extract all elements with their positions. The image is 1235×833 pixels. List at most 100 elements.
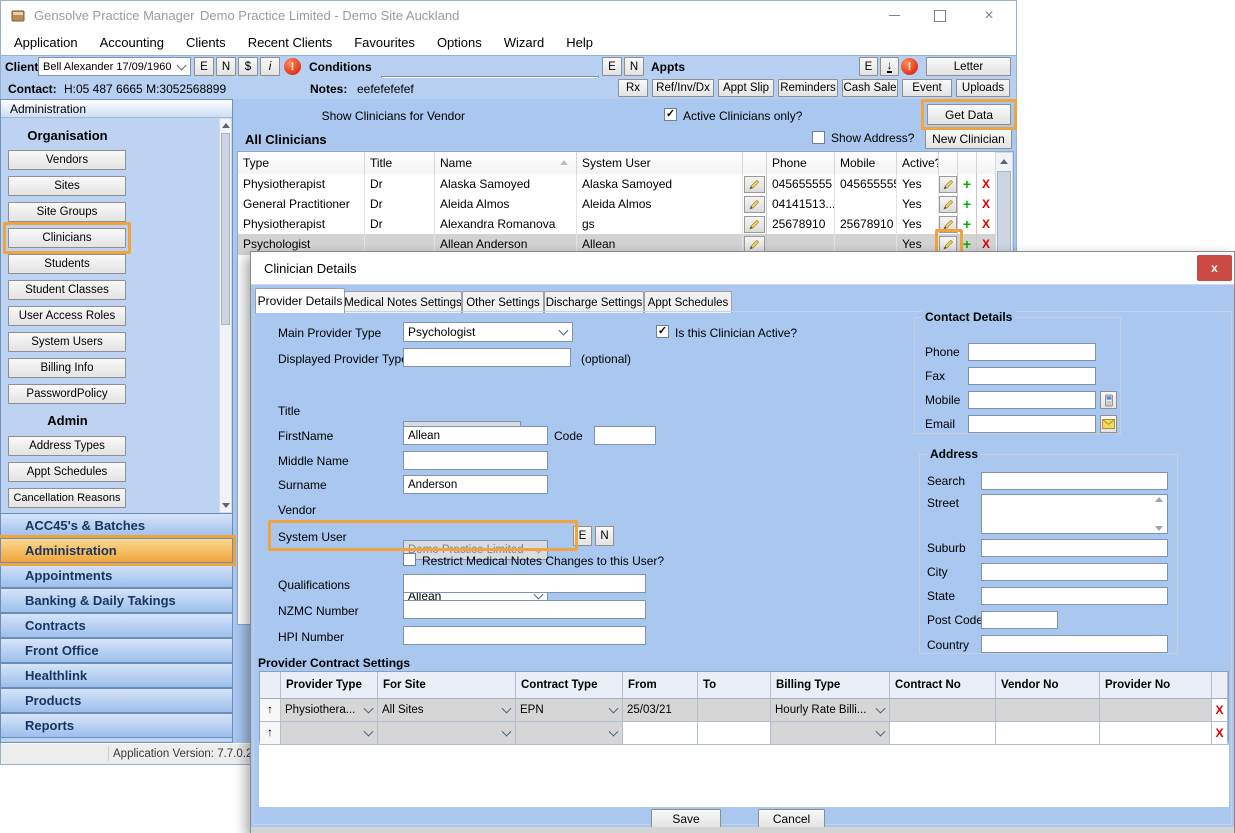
- scroll-up-icon[interactable]: [1000, 159, 1008, 164]
- add-row-button[interactable]: +: [963, 176, 971, 192]
- client-select[interactable]: Bell Alexander 17/09/1960: [38, 57, 191, 76]
- system-user-edit-button[interactable]: E: [573, 526, 592, 546]
- code-input[interactable]: [594, 426, 656, 445]
- delete-row-button[interactable]: X: [982, 177, 990, 191]
- edit-row-button[interactable]: [939, 216, 957, 233]
- ref-inv-dx-button[interactable]: Ref/Inv/Dx: [652, 79, 714, 97]
- contract-type-cell[interactable]: EPN: [516, 699, 623, 722]
- contract-no-cell[interactable]: [890, 722, 996, 745]
- table-row[interactable]: Physiotherapist Dr Alaska Samoyed Alaska…: [238, 174, 996, 195]
- save-button[interactable]: Save: [651, 809, 721, 829]
- clinician-active-checkbox[interactable]: ✓: [656, 325, 669, 338]
- edit-system-user-button[interactable]: [744, 236, 765, 253]
- close-button[interactable]: ×: [964, 1, 1014, 30]
- table-row[interactable]: General Practitioner Dr Aleida Almos Ale…: [238, 194, 996, 215]
- tab-medical-notes-settings[interactable]: Medical Notes Settings: [344, 291, 462, 313]
- col-header-type[interactable]: Type: [238, 152, 365, 175]
- event-button[interactable]: Event: [902, 79, 952, 97]
- system-user-new-button[interactable]: N: [595, 526, 614, 546]
- menu-favourites[interactable]: Favourites: [343, 35, 426, 50]
- sidebar-item-site-groups[interactable]: Site Groups: [8, 202, 126, 222]
- for-site-cell[interactable]: [378, 722, 516, 745]
- provider-no-cell[interactable]: [1100, 722, 1212, 745]
- sidebar-item-billing-info[interactable]: Billing Info: [8, 358, 126, 378]
- scroll-up-icon[interactable]: [1155, 497, 1163, 502]
- phone-input[interactable]: [968, 343, 1096, 361]
- tab-appt-schedules[interactable]: Appt Schedules: [644, 291, 732, 313]
- sidebar-item-clinicians[interactable]: Clinicians: [8, 228, 126, 248]
- firstname-input[interactable]: Allean: [403, 426, 548, 445]
- suburb-input[interactable]: [981, 539, 1168, 557]
- to-cell[interactable]: [698, 722, 771, 745]
- main-provider-type-select[interactable]: Psychologist: [403, 322, 573, 342]
- sidebar-item-sites[interactable]: Sites: [8, 176, 126, 196]
- get-data-button[interactable]: Get Data: [927, 104, 1011, 125]
- edit-system-user-button[interactable]: [744, 196, 765, 213]
- vendor-no-cell[interactable]: [996, 722, 1100, 745]
- scrollbar-thumb[interactable]: [221, 133, 230, 325]
- conditions-new-button[interactable]: N: [624, 57, 644, 76]
- nav-appointments[interactable]: Appointments: [0, 563, 233, 588]
- sidebar-item-system-users[interactable]: System Users: [8, 332, 126, 352]
- scroll-down-icon[interactable]: [1155, 526, 1163, 531]
- qualifications-input[interactable]: [403, 574, 646, 593]
- delete-contract-button[interactable]: X: [1212, 699, 1228, 722]
- displayed-provider-type-input[interactable]: [403, 348, 571, 367]
- sidebar-item-password-policy[interactable]: PasswordPolicy: [8, 384, 126, 404]
- nav-acc45s-batches[interactable]: ACC45's & Batches: [0, 513, 233, 538]
- menu-options[interactable]: Options: [426, 35, 493, 50]
- fax-input[interactable]: [968, 367, 1096, 385]
- mobile-input[interactable]: [968, 391, 1096, 409]
- appts-warning-icon[interactable]: !: [901, 58, 918, 75]
- table-row[interactable]: Physiotherapist Dr Alexandra Romanova gs…: [238, 214, 996, 235]
- delete-row-button[interactable]: X: [982, 237, 990, 251]
- client-info-button[interactable]: i: [260, 57, 280, 76]
- dialog-close-button[interactable]: x: [1197, 255, 1232, 281]
- conditions-edit-button[interactable]: E: [602, 57, 622, 76]
- provider-no-cell[interactable]: [1100, 699, 1212, 722]
- provider-type-cell[interactable]: Physiothera...: [281, 699, 378, 722]
- edit-row-button[interactable]: [939, 196, 957, 213]
- menu-help[interactable]: Help: [555, 35, 604, 50]
- nav-healthlink[interactable]: Healthlink: [0, 663, 233, 688]
- sidebar-item-student-classes[interactable]: Student Classes: [8, 280, 126, 300]
- sidebar-scrollbar[interactable]: [219, 118, 232, 513]
- col-header-system-user[interactable]: System User: [577, 152, 743, 175]
- uploads-button[interactable]: Uploads: [956, 79, 1010, 97]
- appt-slip-button[interactable]: Appt Slip: [718, 79, 774, 97]
- nav-reports[interactable]: Reports: [0, 713, 233, 738]
- sidebar-item-students[interactable]: Students: [8, 254, 126, 274]
- contract-type-cell[interactable]: [516, 722, 623, 745]
- menu-clients[interactable]: Clients: [175, 35, 237, 50]
- client-warning-icon[interactable]: !: [284, 58, 301, 75]
- active-clinicians-checkbox[interactable]: ✓: [664, 108, 677, 121]
- surname-input[interactable]: Anderson: [403, 475, 548, 494]
- vendor-no-cell[interactable]: [996, 699, 1100, 722]
- nav-products[interactable]: Products: [0, 688, 233, 713]
- nav-administration[interactable]: Administration: [0, 538, 233, 563]
- contract-no-cell[interactable]: [890, 699, 996, 722]
- minimize-button[interactable]: [872, 1, 916, 30]
- for-site-cell[interactable]: All Sites: [378, 699, 516, 722]
- edit-system-user-button[interactable]: [744, 216, 765, 233]
- move-row-button[interactable]: ↑: [260, 699, 281, 722]
- provider-type-cell[interactable]: [281, 722, 378, 745]
- col-header-mobile[interactable]: Mobile: [835, 152, 897, 175]
- city-input[interactable]: [981, 563, 1168, 581]
- add-row-button[interactable]: +: [963, 196, 971, 212]
- add-row-button[interactable]: +: [963, 216, 971, 232]
- street-textarea[interactable]: [981, 494, 1168, 534]
- from-cell[interactable]: [623, 722, 698, 745]
- post-code-input[interactable]: [981, 611, 1058, 629]
- send-email-button[interactable]: [1100, 415, 1117, 433]
- nav-banking-daily-takings[interactable]: Banking & Daily Takings: [0, 588, 233, 613]
- nav-contracts[interactable]: Contracts: [0, 613, 233, 638]
- sidebar-item-cancellation-reasons[interactable]: Cancellation Reasons: [8, 488, 126, 508]
- move-row-button[interactable]: ↑: [260, 722, 281, 745]
- delete-row-button[interactable]: X: [982, 197, 990, 211]
- new-clinician-button[interactable]: New Clinician: [925, 128, 1012, 149]
- state-input[interactable]: [981, 587, 1168, 605]
- email-input[interactable]: [968, 415, 1096, 433]
- menu-wizard[interactable]: Wizard: [493, 35, 555, 50]
- tab-provider-details[interactable]: Provider Details: [255, 288, 345, 313]
